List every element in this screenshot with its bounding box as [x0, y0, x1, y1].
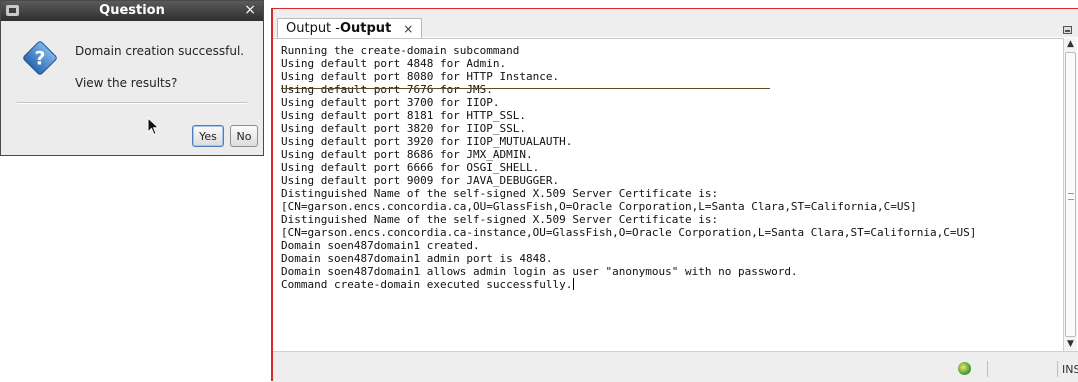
status-bar: INS: [273, 351, 1078, 382]
update-status-icon[interactable]: [958, 362, 971, 375]
console-line: Domain soen487domain1 created.: [281, 239, 480, 252]
yes-button[interactable]: Yes: [192, 125, 224, 147]
dialog-close-button[interactable]: ×: [244, 2, 256, 18]
dialog-question: View the results?: [75, 76, 178, 90]
dialog-title: Question: [99, 3, 165, 18]
console-line: Using default port 3700 for IIOP.: [281, 96, 500, 109]
console-line: Using default port 8080 for HTTP Instanc…: [281, 70, 560, 83]
console-line: [CN=garson.encs.concordia.ca-instance,OU…: [281, 226, 977, 239]
line-separator: [281, 88, 770, 89]
svg-text:?: ?: [34, 48, 45, 70]
console-line: Using default port 6666 for OSGI_SHELL.: [281, 161, 540, 174]
no-button[interactable]: No: [230, 125, 258, 147]
output-tabbar: Output - Output ×: [273, 9, 1078, 38]
status-divider: [1057, 361, 1058, 377]
tab-name: Output: [339, 21, 392, 36]
console-line: Domain soen487domain1 allows admin login…: [281, 265, 798, 278]
question-icon: ?: [23, 41, 57, 75]
console-line-last: Command create-domain executed successfu…: [281, 278, 575, 291]
output-window: Output - Output × Running the create-dom…: [271, 8, 1078, 382]
console-line: Using default port 8181 for HTTP_SSL.: [281, 109, 527, 122]
console-line: Using default port 7676 for JMS.: [281, 83, 493, 96]
dialog-message: Domain creation successful.: [75, 44, 245, 58]
minimize-window-icon[interactable]: [1063, 26, 1072, 34]
console-line: Using default port 3920 for IIOP_MUTUALA…: [281, 135, 573, 148]
tab-output[interactable]: Output - Output ×: [277, 18, 423, 38]
dialog-titlebar[interactable]: Question ×: [1, 1, 263, 21]
output-console[interactable]: Running the create-domain subcommand Usi…: [273, 38, 1063, 351]
scrollbar-thumb[interactable]: [1065, 52, 1076, 337]
console-line-text: Command create-domain executed successfu…: [281, 278, 573, 291]
status-divider: [987, 361, 988, 377]
console-line: Using default port 9009 for JAVA_DEBUGGE…: [281, 174, 560, 187]
console-line: Running the create-domain subcommand: [281, 44, 520, 57]
mouse-pointer-icon: [147, 117, 160, 136]
text-caret: [573, 278, 575, 290]
vertical-scrollbar[interactable]: ▲ ▼: [1063, 38, 1077, 351]
console-line: Domain soen487domain1 admin port is 4848…: [281, 252, 553, 265]
insert-mode-indicator: INS: [1062, 363, 1078, 376]
console-line: Distinguished Name of the self-signed X.…: [281, 187, 719, 200]
console-line: Using default port 4848 for Admin.: [281, 57, 507, 70]
scroll-up-icon[interactable]: ▲: [1065, 39, 1076, 50]
tab-close-icon[interactable]: ×: [403, 22, 413, 36]
console-line: Using default port 8686 for JMX_ADMIN.: [281, 148, 533, 161]
question-dialog: Question × ? Domain creation successful.…: [0, 0, 264, 156]
scroll-down-icon[interactable]: ▼: [1065, 339, 1076, 350]
console-line: [CN=garson.encs.concordia.ca,OU=GlassFis…: [281, 200, 917, 213]
tab-prefix: Output -: [286, 21, 340, 36]
dialog-separator: [17, 102, 247, 104]
console-line: Distinguished Name of the self-signed X.…: [281, 213, 719, 226]
console-line: Using default port 3820 for IIOP_SSL.: [281, 122, 527, 135]
scrollbar-grip-icon: [1068, 193, 1074, 200]
